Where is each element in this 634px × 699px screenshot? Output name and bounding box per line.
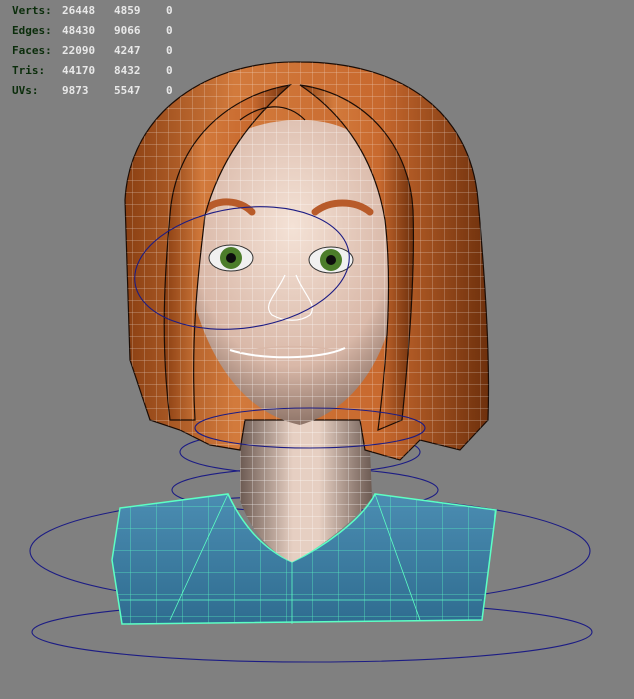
hud-row-verts: Verts: 26448 4859 0 (12, 0, 186, 20)
hud-value: 22090 (62, 43, 96, 57)
hud-value: 4859 (114, 3, 141, 17)
viewport-3d[interactable]: Verts: 26448 4859 0 Edges: 48430 9066 0 … (0, 0, 634, 699)
hud-value: 44170 (62, 63, 96, 77)
hud-value: 26448 (62, 3, 96, 17)
hud-value: 0 (166, 23, 173, 37)
hud-row-uvs: UVs: 9873 5547 0 (12, 80, 186, 100)
hud-value: 9873 (62, 83, 89, 97)
left-eye (208, 244, 254, 272)
hud-label: Verts: (12, 3, 52, 17)
hud-value: 5547 (114, 83, 141, 97)
hud-value: 0 (166, 3, 173, 17)
hud-value: 8432 (114, 63, 141, 77)
hud-label: Edges: (12, 23, 52, 37)
right-eye (308, 246, 354, 274)
hud-value: 0 (166, 43, 173, 57)
hud-value: 0 (166, 83, 173, 97)
hud-row-tris: Tris: 44170 8432 0 (12, 60, 186, 80)
hud-value: 48430 (62, 23, 96, 37)
hud-value: 4247 (114, 43, 141, 57)
hud-row-faces: Faces: 22090 4247 0 (12, 40, 186, 60)
hud-label: Faces: (12, 43, 52, 57)
hud-row-edges: Edges: 48430 9066 0 (12, 20, 186, 40)
hud-label: UVs: (12, 83, 39, 97)
hud-label: Tris: (12, 63, 46, 77)
poly-count-hud: Verts: 26448 4859 0 Edges: 48430 9066 0 … (12, 0, 186, 100)
hud-value: 9066 (114, 23, 141, 37)
character-mesh-render[interactable] (0, 0, 634, 699)
hud-value: 0 (166, 63, 173, 77)
